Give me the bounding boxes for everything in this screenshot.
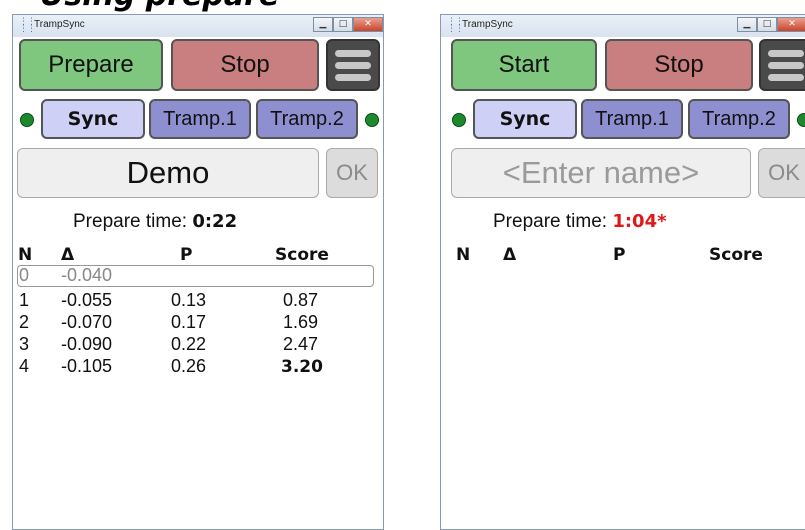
maximize-icon[interactable]: □ (757, 17, 777, 32)
col-header-score: Score (709, 245, 763, 265)
stop-button[interactable]: Stop (605, 39, 753, 91)
app-icon: ⋮⋮ ⋮⋮ (447, 17, 464, 34)
ok-button[interactable]: OK (326, 148, 378, 198)
row-4-score: 3.20 (281, 357, 323, 377)
col-header-p: P (613, 245, 626, 265)
tab-tramp1[interactable]: Tramp.1 (581, 99, 683, 139)
prepare-time-line: Prepare time: 0:22 (73, 211, 237, 233)
window-controls: ▁ □ ✕ (737, 17, 805, 32)
row-3-p: 0.22 (171, 334, 207, 354)
row-3-delta: -0.090 (61, 334, 113, 354)
close-icon[interactable]: ✕ (777, 17, 805, 32)
row-2-score: 1.69 (283, 312, 319, 332)
row-0-n: 0 (19, 265, 30, 285)
row-2-n: 2 (19, 312, 30, 332)
row-3-score: 2.47 (283, 334, 319, 354)
row-3-n: 3 (19, 334, 30, 354)
row-4-p: 0.26 (171, 356, 207, 376)
tab-tramp1[interactable]: Tramp.1 (149, 99, 251, 139)
trampsync-window-left: ⋮⋮ ⋮⋮ TrampSync ▁ □ ✕ Prepare Stop Sync T… (12, 14, 384, 530)
row-1-p: 0.13 (171, 290, 207, 310)
window-title: TrampSync (34, 19, 85, 30)
row-1-score: 0.87 (283, 290, 319, 310)
menu-icon (335, 49, 371, 57)
tab-sync[interactable]: Sync (41, 99, 145, 139)
col-header-p: P (180, 245, 193, 265)
minimize-icon[interactable]: ▁ (313, 17, 333, 32)
name-field[interactable]: <Enter name> (451, 148, 751, 198)
window-controls: ▁ □ ✕ (313, 17, 383, 32)
prepare-time-value: 0:22 (192, 211, 238, 232)
col-header-delta: Δ (503, 245, 517, 265)
row-4-delta: -0.105 (61, 356, 113, 376)
stop-button[interactable]: Stop (171, 39, 319, 91)
col-header-n: N (456, 245, 471, 265)
row-1-delta: -0.055 (61, 290, 113, 310)
minimize-icon[interactable]: ▁ (737, 17, 757, 32)
app-icon: ⋮⋮ ⋮⋮ (19, 17, 36, 34)
start-button[interactable]: Start (451, 39, 597, 91)
col-header-score: Score (275, 245, 329, 265)
menu-button[interactable] (326, 39, 380, 91)
row-1-n: 1 (19, 290, 30, 310)
window-title: TrampSync (462, 19, 513, 30)
status-dot-right (797, 113, 805, 127)
prepare-time-value: 1:04* (612, 211, 667, 232)
status-dot-left (20, 113, 34, 127)
col-header-n: N (18, 245, 33, 265)
prepare-time-label: Prepare time: (493, 211, 608, 232)
ok-button[interactable]: OK (758, 148, 805, 198)
maximize-icon[interactable]: □ (333, 17, 353, 32)
title-bar: ⋮⋮ ⋮⋮ TrampSync ▁ □ ✕ (13, 15, 383, 37)
status-dot-right (365, 113, 379, 127)
close-icon[interactable]: ✕ (353, 17, 383, 32)
col-header-delta: Δ (61, 245, 75, 265)
row-2-p: 0.17 (171, 312, 207, 332)
tab-tramp2[interactable]: Tramp.2 (256, 99, 358, 139)
prepare-time-label: Prepare time: (73, 211, 188, 232)
row-0-delta: -0.040 (61, 265, 113, 285)
tab-tramp2[interactable]: Tramp.2 (688, 99, 790, 139)
page-heading: Using prepare (40, 0, 279, 13)
trampsync-window-right: ⋮⋮ ⋮⋮ TrampSync ▁ □ ✕ Start Stop Sync Tra… (440, 14, 805, 530)
prepare-button[interactable]: Prepare (19, 39, 163, 91)
menu-icon (768, 49, 804, 57)
status-dot-left (452, 113, 466, 127)
row-4-n: 4 (19, 356, 30, 376)
heading-strip: Using prepare (0, 0, 805, 14)
title-bar: ⋮⋮ ⋮⋮ TrampSync ▁ □ ✕ (441, 15, 805, 37)
name-field[interactable]: Demo (17, 148, 319, 198)
row-2-delta: -0.070 (61, 312, 113, 332)
menu-button[interactable] (759, 39, 805, 91)
prepare-time-line: Prepare time: 1:04* (493, 211, 667, 233)
tab-sync[interactable]: Sync (473, 99, 577, 139)
